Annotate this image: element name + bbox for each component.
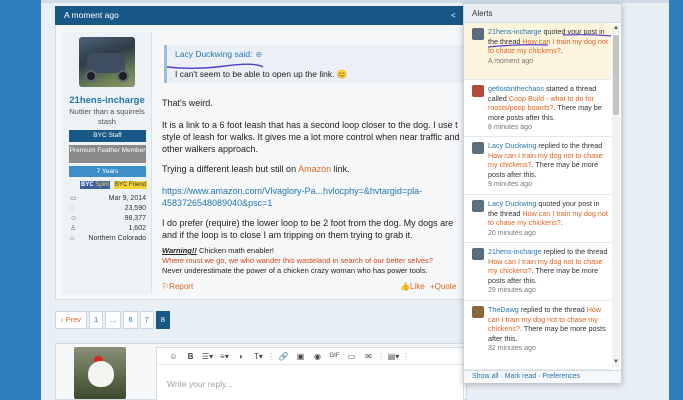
ink-underline <box>487 34 611 48</box>
alerts-title: Alerts <box>464 4 621 23</box>
camera-icon[interactable]: ◉ <box>309 349 326 364</box>
list-item[interactable]: Lacy Duckwing replied to the thread How … <box>464 137 611 195</box>
list-item[interactable]: 21hens-incharge quoted your post in the … <box>464 23 611 80</box>
paragraph-1: That's weird. <box>162 98 213 108</box>
avatar[interactable] <box>79 37 135 87</box>
avatar <box>472 248 484 260</box>
trophy-icon: ♙ <box>70 225 77 232</box>
messages-icon: ◌ <box>70 205 75 212</box>
badge-friend: BYC Friend <box>114 181 148 189</box>
text-size-icon[interactable]: T▾ <box>250 349 267 364</box>
amazon-link[interactable]: Amazon <box>298 164 331 174</box>
pager-page-7[interactable]: 7 <box>139 311 154 329</box>
paragraph-4: I do prefer (require) the lower loop to … <box>162 218 454 240</box>
reply-placeholder: Write your reply... <box>167 379 233 389</box>
avatar <box>472 306 484 318</box>
more-icon[interactable]: ⋮ <box>402 349 410 364</box>
image-icon[interactable]: ▣ <box>292 349 309 364</box>
page-background-left <box>0 0 41 400</box>
badge-staff: BYC Staff <box>69 130 146 142</box>
emoji-icon[interactable]: ☺ <box>165 349 182 364</box>
forum-post: 21hens-incharge Nuttier than a squirrels… <box>55 25 468 300</box>
avatar[interactable] <box>74 347 126 399</box>
more-icon[interactable]: ⋮ <box>377 349 385 364</box>
report-button[interactable]: ⚐Report <box>162 282 193 291</box>
pager-prev[interactable]: ‹ Prev <box>55 311 88 329</box>
scrollbar-thumb[interactable] <box>613 35 619 115</box>
pager-ellipsis[interactable]: ... <box>105 311 122 329</box>
reactions-icon: ☺ <box>70 215 78 222</box>
stat-messages: ◌ 23,590 <box>70 205 146 212</box>
quick-reply: ☺ B ☰▾ ≡▾ ◐ T▾ ⋮ 🔗 ▣ ◉ GIF ▭ ✉ ⋮ ▤▾ ⋮ Wr… <box>55 343 467 400</box>
align-icon[interactable]: ≡▾ <box>216 349 233 364</box>
alerts-popup: Alerts 21hens-incharge quoted your post … <box>463 3 622 383</box>
username[interactable]: 21hens-incharge <box>62 95 152 106</box>
stat-joined: ▭ Mar 9, 2014 <box>70 195 146 202</box>
product-url-link[interactable]: https://www.amazon.com/Vlvaglory-Pa...hv… <box>162 185 466 209</box>
alerts-scrollbar[interactable]: ▲ ▼ <box>612 25 620 367</box>
reply-editor[interactable]: ☺ B ☰▾ ≡▾ ◐ T▾ ⋮ 🔗 ▣ ◉ GIF ▭ ✉ ⋮ ▤▾ ⋮ Wr… <box>156 347 464 400</box>
list-icon[interactable]: ☰▾ <box>199 349 216 364</box>
like-button[interactable]: 👍Like <box>400 282 425 291</box>
pager-page-6[interactable]: 6 <box>123 311 138 329</box>
signature-line-3: Never underestimate the power of a chick… <box>162 266 428 275</box>
pagination: ‹ Prev 1 ... 6 7 8 <box>55 311 170 329</box>
list-item[interactable]: Lacy Duckwing quoted your post in the th… <box>464 195 611 243</box>
drafts-icon[interactable]: ▤▾ <box>385 349 402 364</box>
color-icon[interactable]: ◐ <box>233 349 250 364</box>
stat-location: ⌂ Northern Colorado <box>70 235 146 242</box>
calendar-icon: ▭ <box>70 195 77 202</box>
bold-icon[interactable]: B <box>182 349 199 364</box>
stat-reactions: ☺ 98,377 <box>70 215 146 222</box>
list-item[interactable]: TheDawg replied to the thread How can I … <box>464 301 611 370</box>
scroll-down-icon[interactable]: ▼ <box>612 359 620 365</box>
quote-author[interactable]: Lacy Duckwing said: ⊕ <box>175 49 262 59</box>
paragraph-2: It is a link to a 6 foot leash that has … <box>162 120 460 154</box>
signature-line-2: Where must we go, we who wander this was… <box>162 256 433 265</box>
quote-icon[interactable]: ✉ <box>360 349 377 364</box>
pager-page-1[interactable]: 1 <box>89 311 104 329</box>
link-icon[interactable]: 🔗 <box>275 349 292 364</box>
list-item[interactable]: getlostinthechaos started a thread calle… <box>464 80 611 137</box>
alerts-footer-links[interactable]: Show all · Mark read · Preferences <box>464 370 621 383</box>
location-icon: ⌂ <box>70 235 75 242</box>
editor-toolbar: ☺ B ☰▾ ≡▾ ◐ T▾ ⋮ 🔗 ▣ ◉ GIF ▭ ✉ ⋮ ▤▾ ⋮ <box>157 348 463 365</box>
ink-underline <box>166 63 264 69</box>
user-info-column: 21hens-incharge Nuttier than a squirrels… <box>62 32 152 294</box>
more-icon[interactable]: ⋮ <box>267 349 275 364</box>
user-title: Nuttier than a squirrels stash <box>69 107 145 126</box>
scroll-up-icon[interactable]: ▲ <box>612 25 620 31</box>
paragraph-3: Trying a different leash but still on Am… <box>162 164 350 174</box>
post-header: A moment ago <box>55 6 467 25</box>
page-background-right <box>669 0 683 400</box>
list-item[interactable]: 21hens-incharge replied to the thread Ho… <box>464 243 611 301</box>
signature-warning: Warning!! Chicken math enabler! <box>162 246 274 255</box>
badge-spirit: BYC Spirit <box>80 181 111 189</box>
alerts-list: 21hens-incharge quoted your post in the … <box>464 23 611 370</box>
quote-up-icon[interactable]: ⊕ <box>255 50 262 59</box>
post-content: Lacy Duckwing said: ⊕ I can't seem to be … <box>160 25 468 300</box>
share-icon[interactable]: < <box>451 11 456 20</box>
pager-page-8[interactable]: 8 <box>155 311 170 329</box>
gif-icon[interactable]: GIF <box>326 349 343 364</box>
badge-years: 7 Years <box>69 166 146 177</box>
badge-premium: Premium Feather Member <box>69 145 146 163</box>
avatar <box>472 85 484 97</box>
post-time[interactable]: A moment ago <box>64 10 119 20</box>
quote-button[interactable]: +Quote <box>430 282 456 291</box>
media-icon[interactable]: ▭ <box>343 349 360 364</box>
stat-points: ♙ 1,602 <box>70 225 146 232</box>
avatar <box>472 200 484 212</box>
avatar <box>472 142 484 154</box>
user-stats: ▭ Mar 9, 2014 ◌ 23,590 ☺ 98,377 ♙ 1,602 ⌂ Nor… <box>70 194 146 244</box>
